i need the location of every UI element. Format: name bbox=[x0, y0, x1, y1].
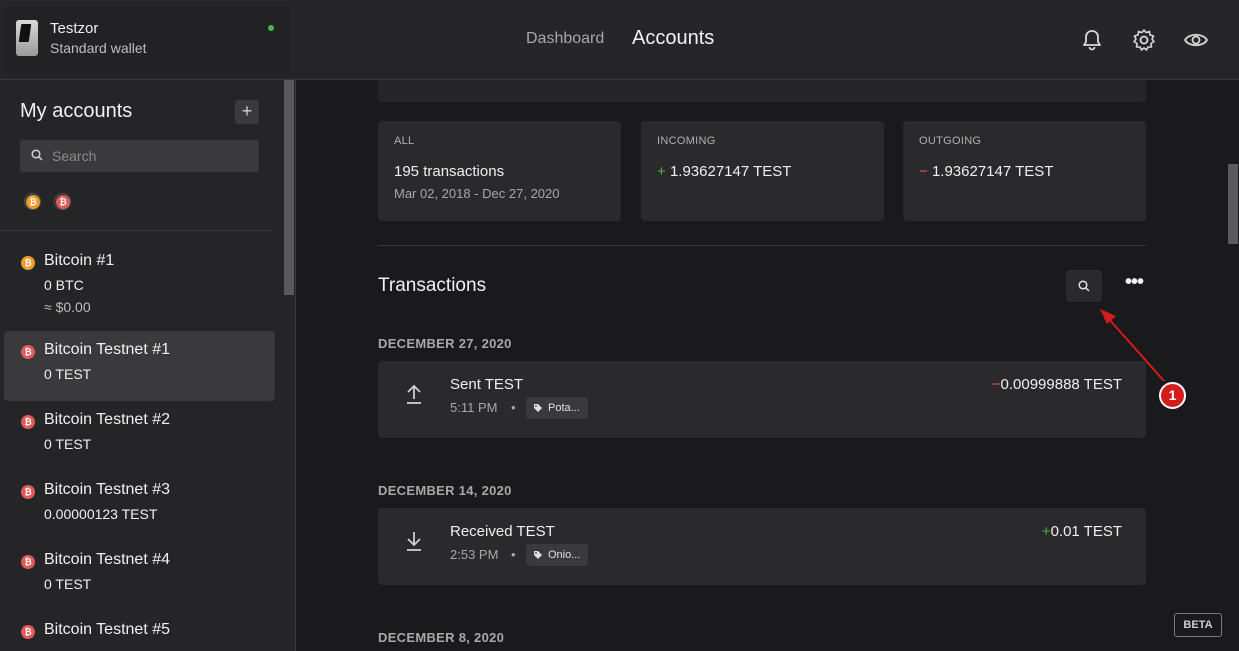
search-input[interactable] bbox=[52, 140, 252, 172]
search-icon bbox=[1078, 280, 1090, 292]
account-balance: 0.00000123 TEST bbox=[44, 506, 158, 522]
annotation-badge: 1 bbox=[1159, 382, 1186, 409]
account-name: Bitcoin Testnet #4 bbox=[44, 551, 171, 568]
outgoing-amount: 1.93627147 TEST bbox=[931, 163, 1054, 180]
date-header: DECEMBER 8, 2020 bbox=[378, 630, 505, 645]
transaction-label-tag[interactable]: Onio... bbox=[526, 544, 589, 566]
testnet-coin-icon: ₿ bbox=[21, 415, 35, 429]
settings-gear-icon[interactable] bbox=[1130, 26, 1158, 54]
wallet-type: Standard wallet bbox=[50, 40, 147, 56]
transaction-row[interactable]: Received TEST 2:53 PM • Onio... +0.01 TE… bbox=[378, 508, 1146, 585]
testnet-coin-icon: ₿ bbox=[21, 625, 35, 639]
device-name: Testzor bbox=[50, 20, 99, 37]
top-bar: Testzor Standard wallet Dashboard Accoun… bbox=[0, 0, 1239, 80]
tag-text: Onio... bbox=[548, 549, 581, 561]
account-item-bitcoin-1[interactable]: ₿ Bitcoin #1 0 BTC ≈ $0.00 bbox=[4, 242, 275, 322]
sent-arrow-up-icon bbox=[407, 384, 421, 404]
account-name: Bitcoin Testnet #5 bbox=[44, 621, 171, 638]
trezor-device-icon bbox=[16, 20, 38, 56]
summary-incoming-value: + 1.93627147 TEST bbox=[657, 163, 791, 180]
nav-accounts[interactable]: Accounts bbox=[632, 27, 714, 50]
account-item-testnet-4[interactable]: ₿ Bitcoin Testnet #4 0 TEST bbox=[4, 541, 275, 611]
notifications-bell-icon[interactable] bbox=[1078, 26, 1106, 54]
incoming-amount: 1.93627147 TEST bbox=[669, 163, 792, 180]
plus-sign: + bbox=[657, 163, 666, 180]
account-item-testnet-1[interactable]: ₿ Bitcoin Testnet #1 0 TEST bbox=[4, 331, 275, 401]
connection-status-icon bbox=[268, 25, 274, 31]
summary-incoming: INCOMING + 1.93627147 TEST bbox=[641, 121, 884, 221]
transaction-time: 5:11 PM bbox=[450, 400, 498, 415]
date-header: DECEMBER 27, 2020 bbox=[378, 336, 512, 351]
account-balance: 0 TEST bbox=[44, 366, 92, 382]
summary-all-label: ALL bbox=[394, 135, 415, 147]
summary-outgoing: OUTGOING − 1.93627147 TEST bbox=[903, 121, 1146, 221]
summary-all-count: 195 transactions bbox=[394, 163, 505, 180]
summary-incoming-label: INCOMING bbox=[657, 135, 716, 147]
summary-all: ALL 195 transactions Mar 02, 2018 - Dec … bbox=[378, 121, 621, 221]
beta-badge: BETA bbox=[1174, 613, 1222, 637]
filter-testnet-icon[interactable]: ₿ bbox=[54, 193, 71, 210]
transaction-time: 2:53 PM bbox=[450, 547, 499, 562]
transaction-type: Received TEST bbox=[450, 523, 555, 540]
date-header: DECEMBER 14, 2020 bbox=[378, 483, 512, 498]
received-arrow-down-icon bbox=[407, 532, 421, 551]
transaction-label-tag[interactable]: Pota... bbox=[526, 397, 588, 419]
account-name: Bitcoin Testnet #3 bbox=[44, 481, 171, 498]
transaction-type: Sent TEST bbox=[450, 376, 524, 393]
filter-btc-icon[interactable]: ₿ bbox=[24, 193, 41, 210]
accounts-sidebar: My accounts + ₿ ₿ ₿ Bitcoin #1 0 BTC ≈ $… bbox=[0, 80, 296, 651]
separator-dot: • bbox=[511, 400, 516, 415]
testnet-coin-icon: ₿ bbox=[21, 555, 35, 569]
plus-sign: + bbox=[1041, 523, 1051, 540]
account-item-testnet-2[interactable]: ₿ Bitcoin Testnet #2 0 TEST bbox=[4, 401, 275, 471]
summary-outgoing-label: OUTGOING bbox=[919, 135, 982, 147]
amount-value: 0.00999888 TEST bbox=[1000, 376, 1122, 393]
add-account-button[interactable]: + bbox=[235, 100, 259, 124]
sidebar-title: My accounts bbox=[20, 100, 133, 122]
search-transactions-button[interactable] bbox=[1066, 270, 1102, 302]
discreet-mode-eye-icon[interactable] bbox=[1182, 26, 1210, 54]
summary-outgoing-value: − 1.93627147 TEST bbox=[919, 163, 1053, 180]
account-balance: 0 BTC bbox=[44, 277, 84, 293]
transaction-amount: +0.01 TEST bbox=[1042, 523, 1122, 540]
transaction-row[interactable]: Sent TEST 5:11 PM • Pota... −0.00999888 … bbox=[378, 361, 1146, 438]
account-name: Bitcoin Testnet #2 bbox=[44, 411, 171, 428]
app-root: Testzor Standard wallet Dashboard Accoun… bbox=[0, 0, 1239, 651]
separator-dot: • bbox=[511, 547, 516, 562]
summary-all-range: Mar 02, 2018 - Dec 27, 2020 bbox=[394, 186, 560, 201]
minus-sign: − bbox=[919, 163, 928, 180]
sidebar-divider bbox=[0, 230, 274, 231]
amount-value: 0.01 TEST bbox=[1050, 523, 1122, 540]
transactions-title: Transactions bbox=[378, 275, 487, 296]
tag-icon bbox=[534, 551, 542, 559]
account-fiat-value: ≈ $0.00 bbox=[44, 299, 91, 315]
account-balance: 0 TEST bbox=[44, 436, 92, 452]
tag-icon bbox=[534, 404, 542, 412]
account-item-testnet-5[interactable]: ₿ Bitcoin Testnet #5 bbox=[4, 611, 275, 651]
bitcoin-coin-icon: ₿ bbox=[21, 256, 35, 270]
testnet-coin-icon: ₿ bbox=[21, 345, 35, 359]
nav-dashboard[interactable]: Dashboard bbox=[526, 30, 604, 48]
account-item-testnet-3[interactable]: ₿ Bitcoin Testnet #3 0.00000123 TEST bbox=[4, 471, 275, 541]
sidebar-scrollbar[interactable] bbox=[284, 80, 294, 295]
more-options-icon[interactable]: ••• bbox=[1120, 272, 1148, 299]
minus-sign: − bbox=[991, 376, 1001, 393]
main-scrollbar[interactable] bbox=[1228, 164, 1238, 244]
transaction-amount: −0.00999888 TEST bbox=[992, 376, 1122, 393]
testnet-coin-icon: ₿ bbox=[21, 485, 35, 499]
section-divider bbox=[378, 245, 1146, 246]
balance-card bbox=[378, 80, 1146, 102]
tag-text: Pota... bbox=[548, 402, 580, 414]
search-icon bbox=[31, 149, 43, 161]
account-name: Bitcoin Testnet #1 bbox=[44, 341, 171, 358]
account-balance: 0 TEST bbox=[44, 576, 92, 592]
account-name: Bitcoin #1 bbox=[44, 252, 115, 269]
account-search[interactable] bbox=[20, 140, 259, 172]
device-switcher[interactable]: Testzor Standard wallet bbox=[4, 6, 290, 74]
main-content: ALL 195 transactions Mar 02, 2018 - Dec … bbox=[296, 80, 1239, 651]
